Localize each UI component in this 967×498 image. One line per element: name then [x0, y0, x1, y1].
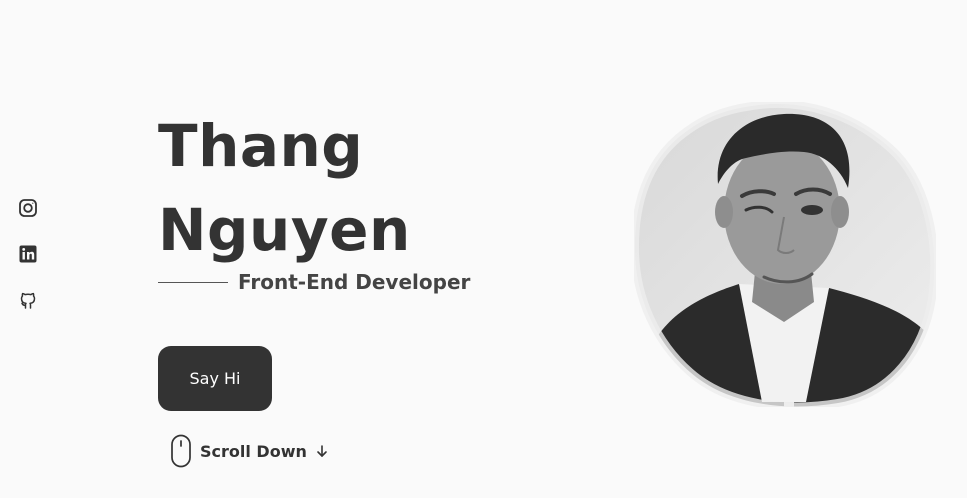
linkedin-icon [18, 244, 38, 264]
subtitle-row: Front-End Developer [158, 270, 470, 294]
first-name: Thang [158, 112, 364, 180]
social-links [18, 198, 38, 310]
scroll-down-link[interactable]: Scroll Down [170, 434, 329, 468]
github-icon [18, 290, 38, 310]
say-hi-button[interactable]: Say Hi [158, 346, 272, 411]
github-link[interactable] [18, 290, 38, 310]
last-name: Nguyen [158, 196, 411, 264]
subtitle-divider [158, 281, 228, 283]
scroll-down-label: Scroll Down [200, 441, 307, 461]
profile-photo [634, 102, 936, 407]
hero-name: Thang Nguyen [158, 104, 411, 272]
instagram-link[interactable] [18, 198, 38, 218]
mouse-icon [170, 434, 192, 468]
instagram-icon [18, 198, 38, 218]
subtitle: Front-End Developer [238, 270, 471, 294]
arrow-down-icon [315, 444, 329, 458]
linkedin-link[interactable] [18, 244, 38, 264]
